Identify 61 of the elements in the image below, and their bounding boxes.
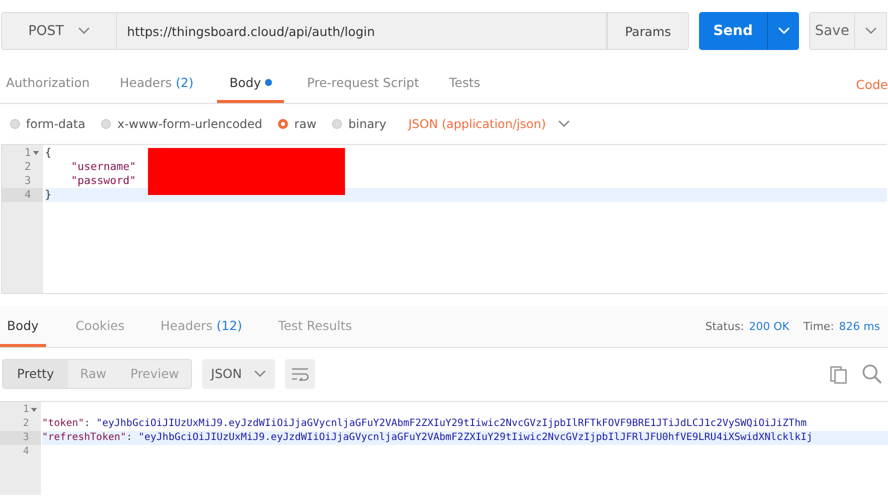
- status-label: Status:: [705, 320, 744, 333]
- line-number: 2: [22, 417, 29, 431]
- radio-button[interactable]: [278, 119, 288, 129]
- tab[interactable]: Headers (2): [114, 65, 200, 103]
- method-dropdown[interactable]: POST: [1, 12, 117, 50]
- tab[interactable]: Pre-request Script: [301, 65, 426, 103]
- json-punctuation: {: [45, 146, 52, 159]
- caret-icon: [558, 120, 570, 128]
- wrap-lines-icon: [290, 366, 309, 380]
- radio-button[interactable]: [332, 119, 342, 129]
- tab[interactable]: Body: [0, 306, 46, 347]
- save-options-button[interactable]: [855, 12, 887, 50]
- body-format-dropdown[interactable]: JSON (application/json): [408, 117, 570, 131]
- tab[interactable]: Test Results: [272, 306, 358, 347]
- url-field[interactable]: https://thingsboard.cloud/api/auth/login: [117, 12, 607, 50]
- line-number: 1: [24, 146, 31, 160]
- radio-label[interactable]: binary: [348, 117, 386, 131]
- tab[interactable]: Headers (12): [154, 306, 248, 347]
- chevron-icon: [78, 27, 90, 35]
- json-string: "eyJhbGciOiJIUzUxMiJ9.eyJzdWIiOiJjaGVycnljaGFuY2VAbmF2ZXIuY29tIiwic2NvcGVzIjpbIlRFTkFOVF9BRE1JTiJdLCJ1c2VySWQiOiJiZThm: [96, 418, 807, 429]
- json-punctuation: }: [45, 188, 52, 201]
- fold-arrow-icon[interactable]: [33, 151, 39, 156]
- tab[interactable]: Authorization: [0, 65, 97, 103]
- save-button[interactable]: Save: [809, 12, 855, 50]
- fold-arrow-icon[interactable]: [31, 408, 37, 413]
- search-icon[interactable]: [862, 364, 882, 384]
- caret-icon: [778, 27, 790, 35]
- caret-icon: [864, 27, 876, 35]
- format-dropdown[interactable]: JSON: [202, 358, 275, 388]
- code-link[interactable]: Code: [856, 76, 888, 92]
- view-mode-tab[interactable]: Pretty: [3, 360, 68, 388]
- line-number: 3: [22, 431, 29, 445]
- json-key: "password": [71, 174, 136, 187]
- status-value: 200 OK: [749, 320, 790, 333]
- tab[interactable]: Cookies: [70, 306, 131, 347]
- line-number: 3: [24, 174, 31, 188]
- line-number: 2: [24, 160, 31, 174]
- radio-label[interactable]: form-data: [26, 117, 86, 131]
- line-number: 4: [22, 445, 29, 459]
- time-label: Time:: [803, 320, 834, 333]
- copy-icon[interactable]: [830, 364, 848, 384]
- send-button[interactable]: Send: [699, 12, 767, 50]
- tab[interactable]: Tests: [443, 65, 488, 103]
- send-options-button[interactable]: [767, 12, 799, 50]
- json-punctuation: :: [126, 432, 134, 443]
- line-number: 4: [24, 188, 31, 202]
- json-key: "token": [42, 418, 84, 429]
- json-punctuation: :: [84, 418, 92, 429]
- wrap-lines-button[interactable]: [284, 358, 315, 388]
- json-key: "username": [71, 160, 136, 173]
- json-key: "refreshToken": [42, 432, 126, 443]
- line-number: 1: [22, 403, 29, 417]
- tab[interactable]: Body: [217, 65, 284, 103]
- caret-icon: [254, 370, 266, 378]
- time-value: 826 ms: [839, 320, 880, 333]
- params-button[interactable]: Params: [607, 12, 689, 50]
- radio-label[interactable]: raw: [294, 117, 316, 131]
- radio-label[interactable]: x-www-form-urlencoded: [117, 117, 262, 131]
- json-string: "eyJhbGciOiJIUzUxMiJ9.eyJzdWIiOiJjaGVycnljaGFuY2VAbmF2ZXIuY29tIiwic2NvcGVzIjpbIlJFRlJFU0hfVE9LRU4iXSwidXNlcklkIj: [138, 432, 813, 443]
- radio-button[interactable]: [101, 119, 112, 129]
- radio-button[interactable]: [10, 119, 20, 129]
